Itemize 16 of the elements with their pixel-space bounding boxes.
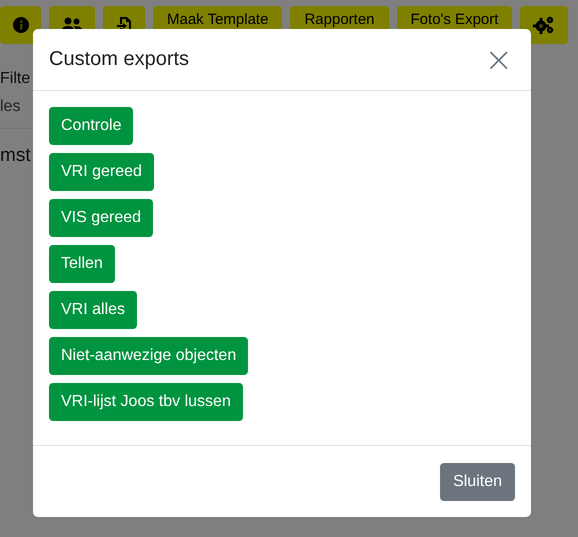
export-button[interactable]: Niet-aanwezige objecten — [49, 337, 248, 375]
export-button[interactable]: Controle — [49, 107, 134, 145]
modal-title: Custom exports — [49, 48, 190, 71]
export-button[interactable]: VRI-lijst Joos tbv lussen — [49, 383, 243, 421]
export-button[interactable]: VIS gereed — [49, 199, 154, 237]
heading-text: mst — [0, 145, 31, 167]
toolbar-button[interactable] — [520, 6, 568, 44]
toolbar-button[interactable] — [0, 6, 41, 44]
close-button[interactable]: × — [480, 44, 517, 74]
export-button[interactable]: VRI alles — [49, 291, 138, 329]
export-button[interactable]: VRI gereed — [49, 153, 154, 191]
gears-icon — [533, 16, 556, 34]
export-button[interactable]: Tellen — [49, 245, 115, 283]
close-dialog-button[interactable]: Sluiten — [440, 462, 515, 500]
filter-label: Filte — [0, 70, 30, 88]
info-icon — [12, 17, 28, 33]
